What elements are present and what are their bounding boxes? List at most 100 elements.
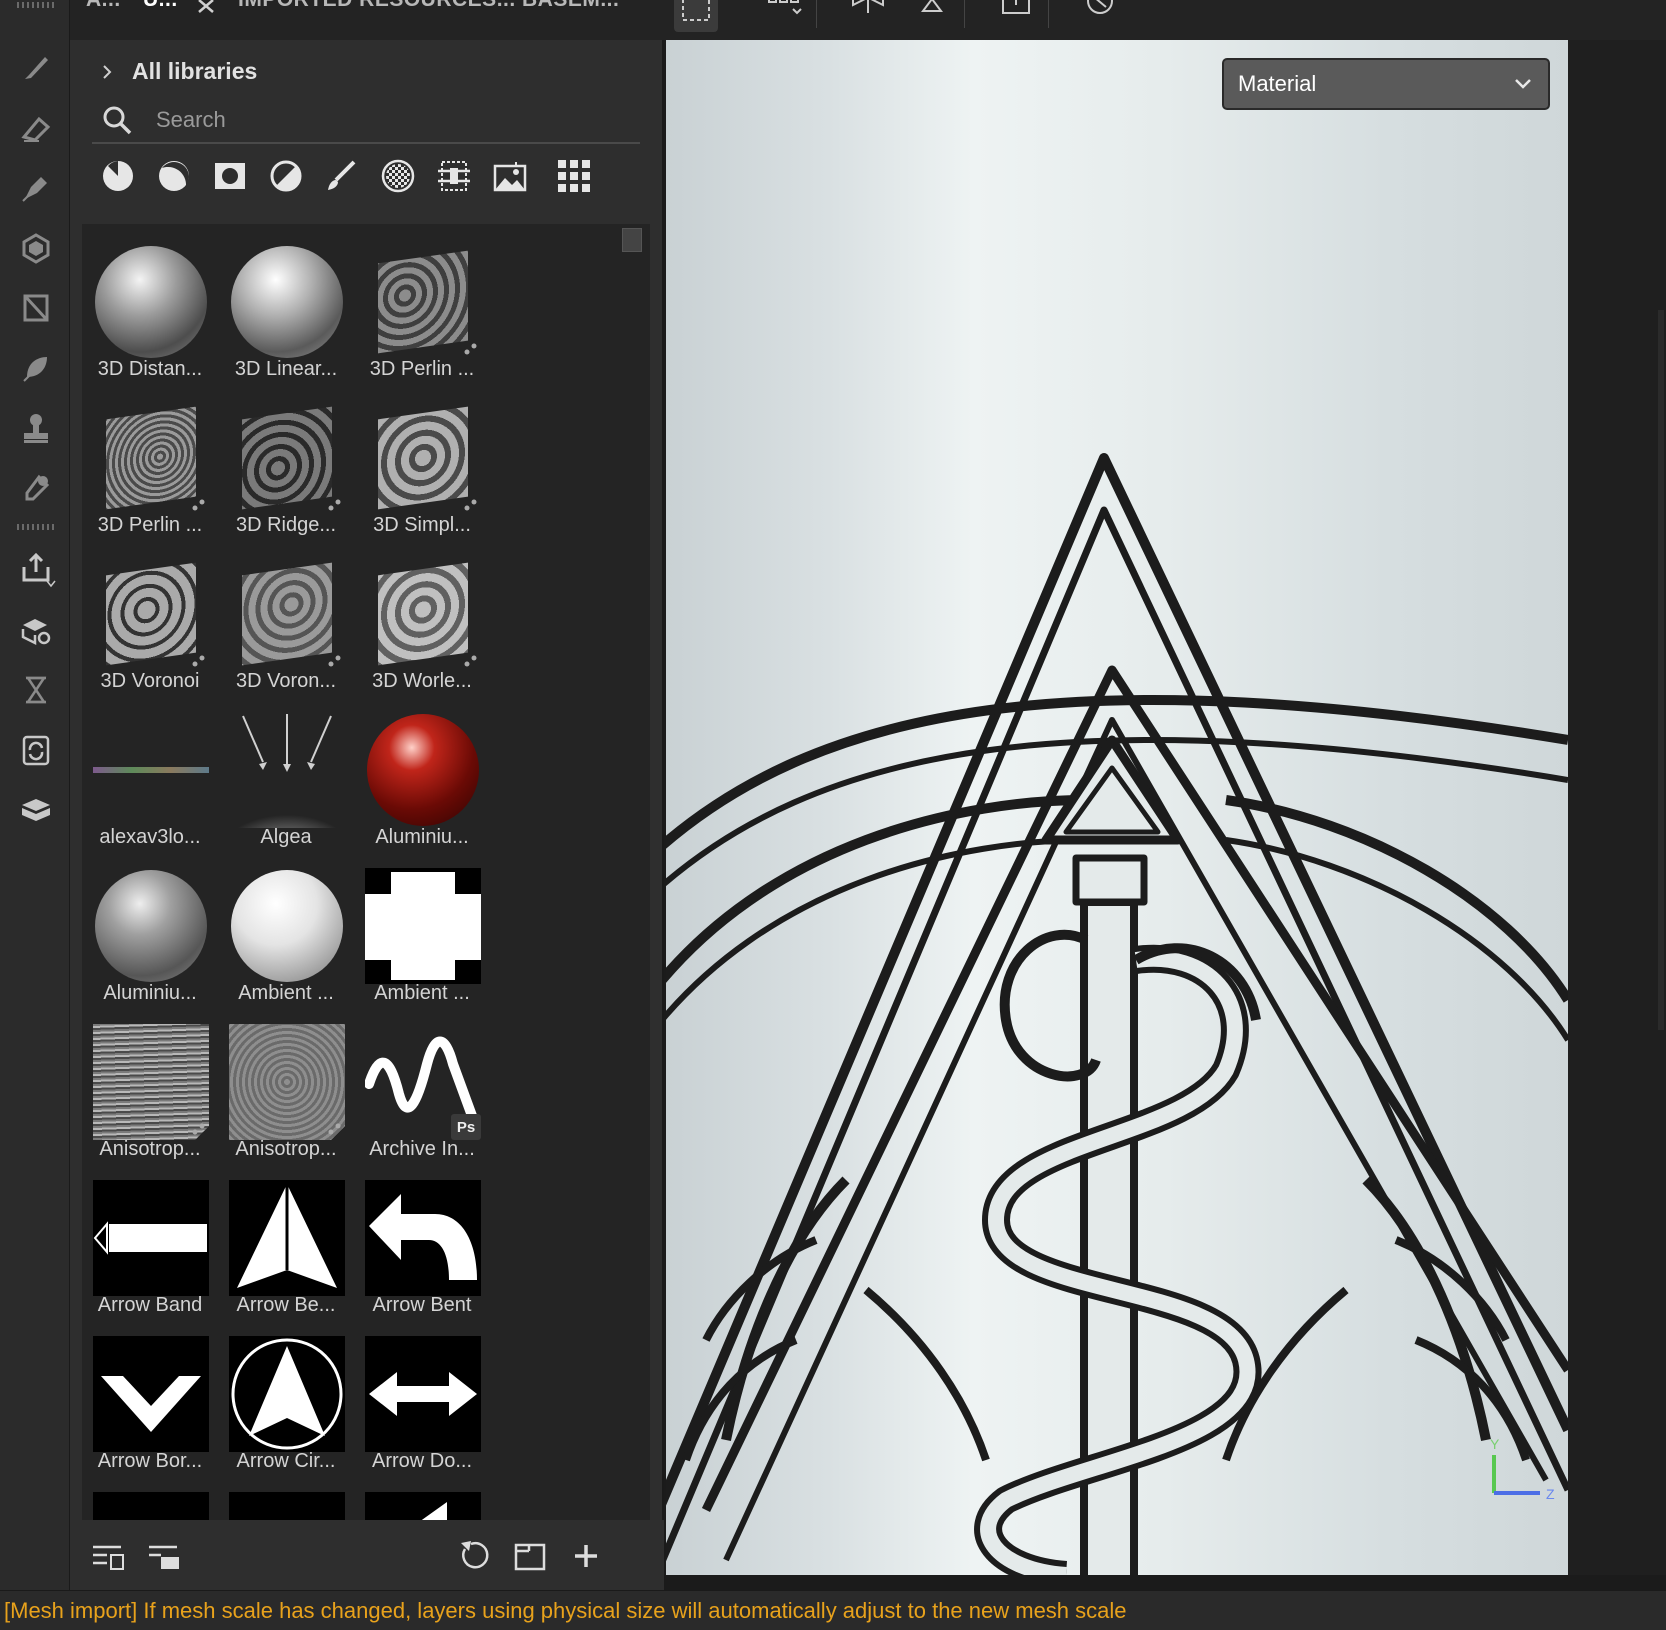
- asset-tile[interactable]: Aluminiu...: [90, 858, 210, 1008]
- assets-panel: All libraries Search 3D Distan... 3D Lin…: [70, 40, 664, 1590]
- asset-tile[interactable]: 3D Worle...: [362, 546, 482, 696]
- export-button[interactable]: [14, 546, 58, 590]
- asset-tile[interactable]: Arrow Be...: [226, 1170, 346, 1320]
- tab-user[interactable]: U...: [143, 0, 178, 12]
- asset-tile[interactable]: [362, 1482, 482, 1524]
- sync-button[interactable]: [14, 728, 58, 772]
- iray-icon: [22, 799, 50, 821]
- asset-thumbnail: [229, 868, 345, 984]
- filter-materials[interactable]: [152, 154, 196, 198]
- smudge-tool[interactable]: [14, 286, 58, 330]
- sync-icon: [22, 735, 50, 766]
- arrow-circle-icon: [229, 1336, 345, 1452]
- asset-thumbnail: [365, 712, 481, 828]
- close-icon[interactable]: [194, 0, 218, 14]
- mesh-emblem-texture: [666, 453, 1568, 1575]
- asset-tile[interactable]: Ps Archive In...: [362, 1014, 482, 1164]
- asset-tile[interactable]: Anisotrop...: [90, 1014, 210, 1164]
- paint-brush-tool[interactable]: [14, 46, 58, 90]
- filter-particles[interactable]: [376, 154, 420, 198]
- asset-tile[interactable]: Algea: [226, 702, 346, 852]
- projection-tool[interactable]: [14, 166, 58, 210]
- asset-thumbnail: [93, 244, 209, 360]
- procedural-badge-icon: [464, 343, 477, 355]
- projection-mode-button[interactable]: [910, 0, 954, 32]
- asset-tile[interactable]: 3D Simpl...: [362, 390, 482, 540]
- smart-mask-filter-icon: [215, 163, 245, 189]
- tab-basemats[interactable]: BASEM...: [522, 0, 619, 12]
- asset-tile[interactable]: alexav3lo...: [90, 702, 210, 852]
- asset-tile[interactable]: Anisotrop...: [226, 1014, 346, 1164]
- asset-thumbnail: [229, 244, 345, 360]
- asset-tile[interactable]: Arrow Band: [90, 1170, 210, 1320]
- asset-tile[interactable]: 3D Perlin ...: [90, 390, 210, 540]
- search-bar: [92, 98, 640, 144]
- scrollbar-thumb[interactable]: [622, 228, 642, 252]
- asset-tile[interactable]: 3D Distan...: [90, 234, 210, 384]
- asset-label: Archive In...: [369, 1138, 475, 1160]
- render-button[interactable]: [1078, 0, 1122, 32]
- asset-grid: 3D Distan... 3D Linear... 3D Perlin ... …: [82, 224, 650, 1524]
- asset-tile[interactable]: Arrow Cir...: [226, 1326, 346, 1476]
- filter-tools[interactable]: [432, 154, 476, 198]
- asset-tile[interactable]: Arrow Bent: [362, 1170, 482, 1320]
- symmetry-icon: [852, 0, 884, 13]
- asset-tile[interactable]: 3D Voron...: [226, 546, 346, 696]
- grid-display-button[interactable]: [762, 0, 806, 32]
- filter-brushes[interactable]: [320, 154, 364, 198]
- asset-tile[interactable]: Ambient ...: [226, 858, 346, 1008]
- viewport-mode-dropdown[interactable]: Material: [1222, 58, 1550, 110]
- asset-label: Algea: [260, 826, 312, 848]
- asset-tile[interactable]: 3D Voronoi: [90, 546, 210, 696]
- save-library-button[interactable]: [88, 1536, 128, 1576]
- asset-label: Arrow Bent: [372, 1294, 472, 1316]
- asset-tile[interactable]: Arrow Bor...: [90, 1326, 210, 1476]
- asset-tile[interactable]: Arrow Do...: [362, 1326, 482, 1476]
- add-button[interactable]: [566, 1536, 606, 1576]
- filter-smart-masks[interactable]: [208, 154, 252, 198]
- rail-grip[interactable]: [17, 2, 55, 8]
- import-library-button[interactable]: [144, 1536, 184, 1576]
- search-input[interactable]: [156, 107, 616, 133]
- tab-imported-resources[interactable]: IMPORTED RESOURCES...: [238, 0, 516, 12]
- asset-thumbnail: [365, 1180, 481, 1296]
- chevron-down-icon: [1515, 79, 1531, 89]
- asset-thumbnail: [93, 868, 209, 984]
- stamp-tool[interactable]: [14, 406, 58, 450]
- asset-tile[interactable]: 3D Perlin ...: [362, 234, 482, 384]
- viewport-scrollbar[interactable]: [1658, 310, 1664, 1030]
- refresh-button[interactable]: [454, 1536, 494, 1576]
- asset-label: 3D Simpl...: [373, 514, 471, 536]
- asset-tile[interactable]: 3D Ridge...: [226, 390, 346, 540]
- asset-tile[interactable]: 3D Linear...: [226, 234, 346, 384]
- clone-tool[interactable]: [14, 346, 58, 390]
- filter-all-types[interactable]: [552, 154, 596, 198]
- asset-label: Arrow Band: [97, 1294, 203, 1316]
- filter-filters[interactable]: [264, 154, 308, 198]
- history-button[interactable]: [14, 668, 58, 712]
- polygon-fill-tool[interactable]: [14, 226, 58, 270]
- asset-label: Arrow Do...: [371, 1450, 473, 1472]
- axis-gizmo: Y Z: [1490, 1436, 1555, 1502]
- rail-divider: [17, 524, 55, 530]
- transform-mode-button[interactable]: [674, 0, 718, 32]
- symmetry-button[interactable]: [846, 0, 890, 32]
- smart-material-filter-icon: [103, 161, 133, 191]
- projection-tool-icon: [22, 177, 47, 202]
- new-folder-button[interactable]: [510, 1536, 550, 1576]
- asset-tile[interactable]: Aluminiu...: [362, 702, 482, 852]
- bake-button[interactable]: [14, 608, 58, 652]
- asset-thumbnail: [365, 400, 481, 516]
- breadcrumb[interactable]: All libraries: [100, 58, 257, 85]
- asset-tile[interactable]: [226, 1482, 346, 1524]
- tab-assets[interactable]: A...: [86, 0, 121, 12]
- 3d-viewport[interactable]: Material Y Z: [666, 40, 1568, 1575]
- asset-tile[interactable]: Ambient ...: [362, 858, 482, 1008]
- iray-button[interactable]: [14, 788, 58, 832]
- asset-tile[interactable]: [90, 1482, 210, 1524]
- filter-environments[interactable]: [488, 154, 532, 198]
- screenshot-button[interactable]: [994, 0, 1038, 32]
- filter-smart-materials[interactable]: [96, 154, 140, 198]
- color-picker-tool[interactable]: [14, 466, 58, 510]
- eraser-tool[interactable]: [14, 106, 58, 150]
